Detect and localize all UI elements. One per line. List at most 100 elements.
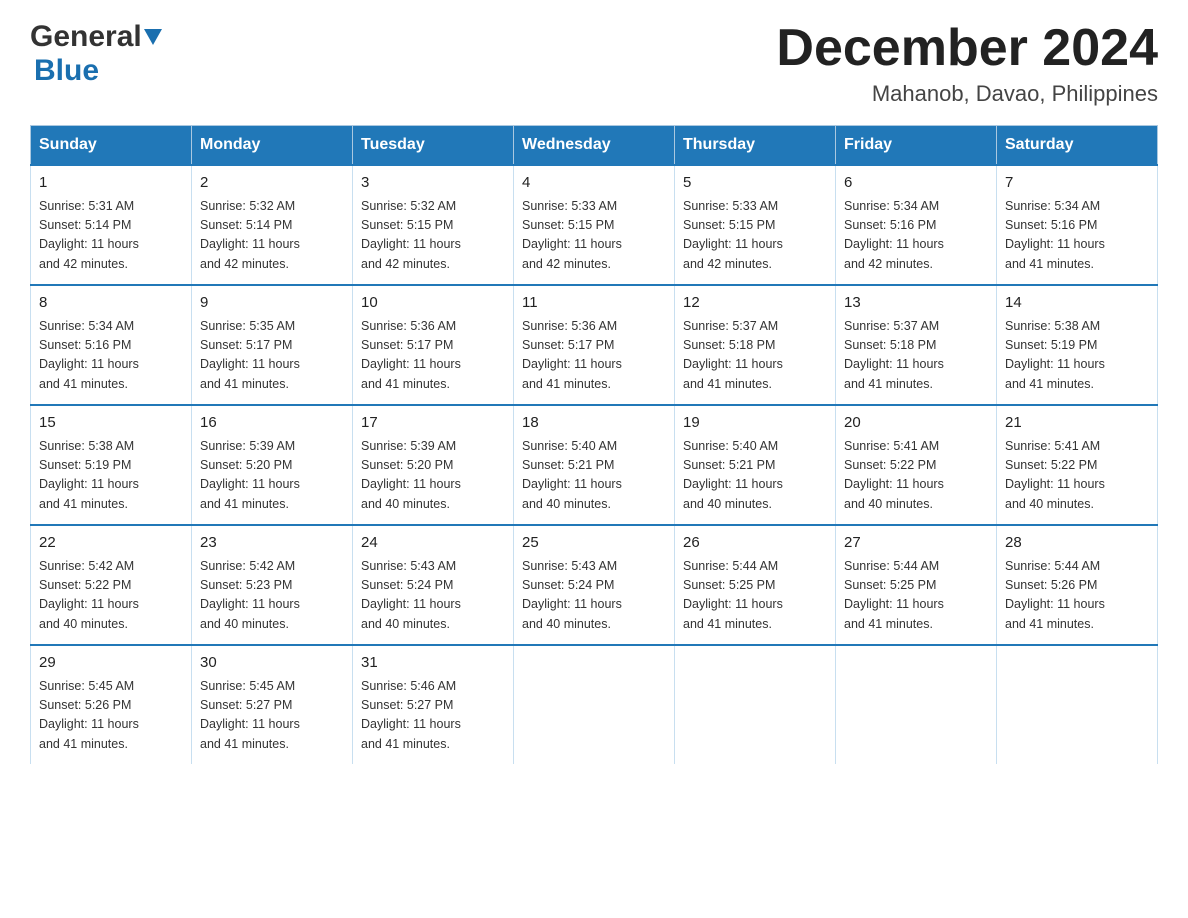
calendar-cell: 21Sunrise: 5:41 AMSunset: 5:22 PMDayligh… (997, 405, 1158, 525)
calendar-cell: 24Sunrise: 5:43 AMSunset: 5:24 PMDayligh… (353, 525, 514, 645)
day-number: 19 (683, 412, 827, 435)
day-info: Sunrise: 5:32 AMSunset: 5:15 PMDaylight:… (361, 197, 505, 275)
calendar-cell: 8Sunrise: 5:34 AMSunset: 5:16 PMDaylight… (31, 285, 192, 405)
calendar-cell: 18Sunrise: 5:40 AMSunset: 5:21 PMDayligh… (514, 405, 675, 525)
day-info: Sunrise: 5:46 AMSunset: 5:27 PMDaylight:… (361, 677, 505, 755)
day-number: 8 (39, 292, 183, 315)
col-header-monday: Monday (192, 126, 353, 166)
day-number: 28 (1005, 532, 1149, 555)
day-info: Sunrise: 5:40 AMSunset: 5:21 PMDaylight:… (683, 437, 827, 515)
day-info: Sunrise: 5:38 AMSunset: 5:19 PMDaylight:… (1005, 317, 1149, 395)
day-number: 13 (844, 292, 988, 315)
calendar-cell: 30Sunrise: 5:45 AMSunset: 5:27 PMDayligh… (192, 645, 353, 764)
calendar-cell: 25Sunrise: 5:43 AMSunset: 5:24 PMDayligh… (514, 525, 675, 645)
day-number: 26 (683, 532, 827, 555)
day-number: 5 (683, 172, 827, 195)
col-header-thursday: Thursday (675, 126, 836, 166)
day-number: 31 (361, 652, 505, 675)
day-info: Sunrise: 5:37 AMSunset: 5:18 PMDaylight:… (844, 317, 988, 395)
day-number: 3 (361, 172, 505, 195)
day-info: Sunrise: 5:39 AMSunset: 5:20 PMDaylight:… (200, 437, 344, 515)
day-info: Sunrise: 5:33 AMSunset: 5:15 PMDaylight:… (683, 197, 827, 275)
day-info: Sunrise: 5:34 AMSunset: 5:16 PMDaylight:… (39, 317, 183, 395)
week-row-2: 8Sunrise: 5:34 AMSunset: 5:16 PMDaylight… (31, 285, 1158, 405)
day-info: Sunrise: 5:43 AMSunset: 5:24 PMDaylight:… (361, 557, 505, 635)
calendar-cell: 4Sunrise: 5:33 AMSunset: 5:15 PMDaylight… (514, 165, 675, 285)
day-number: 17 (361, 412, 505, 435)
day-number: 7 (1005, 172, 1149, 195)
day-number: 12 (683, 292, 827, 315)
day-number: 22 (39, 532, 183, 555)
day-number: 25 (522, 532, 666, 555)
day-info: Sunrise: 5:42 AMSunset: 5:22 PMDaylight:… (39, 557, 183, 635)
logo-triangle-icon (144, 29, 162, 45)
calendar-cell: 22Sunrise: 5:42 AMSunset: 5:22 PMDayligh… (31, 525, 192, 645)
calendar-cell: 6Sunrise: 5:34 AMSunset: 5:16 PMDaylight… (836, 165, 997, 285)
calendar-header-row: SundayMondayTuesdayWednesdayThursdayFrid… (31, 126, 1158, 166)
calendar-cell: 31Sunrise: 5:46 AMSunset: 5:27 PMDayligh… (353, 645, 514, 764)
day-info: Sunrise: 5:36 AMSunset: 5:17 PMDaylight:… (522, 317, 666, 395)
day-info: Sunrise: 5:34 AMSunset: 5:16 PMDaylight:… (1005, 197, 1149, 275)
day-number: 27 (844, 532, 988, 555)
calendar-title: December 2024 (776, 20, 1158, 77)
calendar-cell: 28Sunrise: 5:44 AMSunset: 5:26 PMDayligh… (997, 525, 1158, 645)
logo-general: General (30, 20, 142, 54)
col-header-tuesday: Tuesday (353, 126, 514, 166)
calendar-cell: 20Sunrise: 5:41 AMSunset: 5:22 PMDayligh… (836, 405, 997, 525)
logo: General Blue (30, 20, 162, 88)
week-row-1: 1Sunrise: 5:31 AMSunset: 5:14 PMDaylight… (31, 165, 1158, 285)
calendar-cell: 12Sunrise: 5:37 AMSunset: 5:18 PMDayligh… (675, 285, 836, 405)
calendar-cell (675, 645, 836, 764)
day-info: Sunrise: 5:45 AMSunset: 5:26 PMDaylight:… (39, 677, 183, 755)
week-row-4: 22Sunrise: 5:42 AMSunset: 5:22 PMDayligh… (31, 525, 1158, 645)
calendar-cell: 26Sunrise: 5:44 AMSunset: 5:25 PMDayligh… (675, 525, 836, 645)
page-header: General Blue December 2024 Mahanob, Dava… (30, 20, 1158, 107)
week-row-3: 15Sunrise: 5:38 AMSunset: 5:19 PMDayligh… (31, 405, 1158, 525)
day-info: Sunrise: 5:44 AMSunset: 5:25 PMDaylight:… (683, 557, 827, 635)
calendar-cell: 10Sunrise: 5:36 AMSunset: 5:17 PMDayligh… (353, 285, 514, 405)
day-number: 14 (1005, 292, 1149, 315)
calendar-cell: 29Sunrise: 5:45 AMSunset: 5:26 PMDayligh… (31, 645, 192, 764)
calendar-cell: 9Sunrise: 5:35 AMSunset: 5:17 PMDaylight… (192, 285, 353, 405)
calendar-cell (514, 645, 675, 764)
day-number: 10 (361, 292, 505, 315)
day-number: 18 (522, 412, 666, 435)
day-info: Sunrise: 5:32 AMSunset: 5:14 PMDaylight:… (200, 197, 344, 275)
calendar-cell (836, 645, 997, 764)
logo-blue: Blue (34, 54, 99, 87)
calendar-cell: 2Sunrise: 5:32 AMSunset: 5:14 PMDaylight… (192, 165, 353, 285)
day-number: 15 (39, 412, 183, 435)
day-info: Sunrise: 5:36 AMSunset: 5:17 PMDaylight:… (361, 317, 505, 395)
day-number: 11 (522, 292, 666, 315)
calendar-cell: 23Sunrise: 5:42 AMSunset: 5:23 PMDayligh… (192, 525, 353, 645)
day-info: Sunrise: 5:39 AMSunset: 5:20 PMDaylight:… (361, 437, 505, 515)
day-info: Sunrise: 5:44 AMSunset: 5:26 PMDaylight:… (1005, 557, 1149, 635)
title-block: December 2024 Mahanob, Davao, Philippine… (776, 20, 1158, 107)
day-number: 30 (200, 652, 344, 675)
day-info: Sunrise: 5:37 AMSunset: 5:18 PMDaylight:… (683, 317, 827, 395)
day-number: 6 (844, 172, 988, 195)
day-number: 2 (200, 172, 344, 195)
calendar-cell: 15Sunrise: 5:38 AMSunset: 5:19 PMDayligh… (31, 405, 192, 525)
day-info: Sunrise: 5:45 AMSunset: 5:27 PMDaylight:… (200, 677, 344, 755)
day-number: 29 (39, 652, 183, 675)
day-info: Sunrise: 5:34 AMSunset: 5:16 PMDaylight:… (844, 197, 988, 275)
day-info: Sunrise: 5:43 AMSunset: 5:24 PMDaylight:… (522, 557, 666, 635)
calendar-cell: 3Sunrise: 5:32 AMSunset: 5:15 PMDaylight… (353, 165, 514, 285)
calendar-location: Mahanob, Davao, Philippines (776, 81, 1158, 107)
calendar-cell: 14Sunrise: 5:38 AMSunset: 5:19 PMDayligh… (997, 285, 1158, 405)
col-header-friday: Friday (836, 126, 997, 166)
day-info: Sunrise: 5:31 AMSunset: 5:14 PMDaylight:… (39, 197, 183, 275)
calendar-cell: 13Sunrise: 5:37 AMSunset: 5:18 PMDayligh… (836, 285, 997, 405)
day-info: Sunrise: 5:38 AMSunset: 5:19 PMDaylight:… (39, 437, 183, 515)
day-info: Sunrise: 5:41 AMSunset: 5:22 PMDaylight:… (1005, 437, 1149, 515)
day-number: 1 (39, 172, 183, 195)
calendar-cell: 7Sunrise: 5:34 AMSunset: 5:16 PMDaylight… (997, 165, 1158, 285)
calendar-cell: 5Sunrise: 5:33 AMSunset: 5:15 PMDaylight… (675, 165, 836, 285)
week-row-5: 29Sunrise: 5:45 AMSunset: 5:26 PMDayligh… (31, 645, 1158, 764)
day-info: Sunrise: 5:42 AMSunset: 5:23 PMDaylight:… (200, 557, 344, 635)
calendar-cell: 1Sunrise: 5:31 AMSunset: 5:14 PMDaylight… (31, 165, 192, 285)
calendar-table: SundayMondayTuesdayWednesdayThursdayFrid… (30, 125, 1158, 764)
day-number: 4 (522, 172, 666, 195)
day-info: Sunrise: 5:44 AMSunset: 5:25 PMDaylight:… (844, 557, 988, 635)
